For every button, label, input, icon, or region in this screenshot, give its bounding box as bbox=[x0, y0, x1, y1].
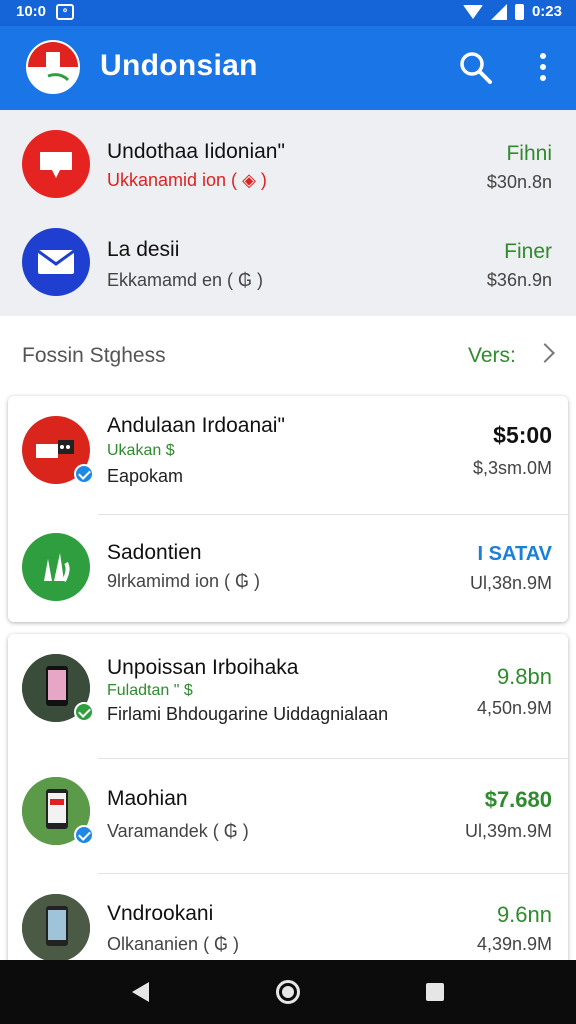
verified-badge-icon bbox=[74, 702, 94, 722]
verified-badge-icon bbox=[74, 464, 94, 484]
item-name: Undothaa Iidonian" bbox=[107, 140, 285, 163]
home-icon[interactable] bbox=[276, 980, 300, 1004]
more-options-button[interactable] bbox=[526, 48, 560, 88]
app-title: Undonsian bbox=[100, 49, 258, 82]
phone-photo bbox=[22, 654, 94, 722]
item-name: Maohian bbox=[107, 787, 188, 810]
item-subtitle: Olkananien ( ₲ ) bbox=[107, 934, 240, 954]
item-status: Fihni bbox=[506, 142, 552, 165]
item-tag: Fuladtan " $ bbox=[107, 682, 193, 699]
chat-bubble-icon bbox=[22, 130, 90, 198]
item-name: Vndrookani bbox=[107, 902, 214, 925]
battery-icon bbox=[514, 3, 524, 20]
back-icon[interactable] bbox=[132, 982, 149, 1002]
top-list: Undothaa Iidonian" Ukkanamid ion ( ◈ ) F… bbox=[0, 110, 576, 316]
more-vert-icon bbox=[540, 53, 546, 59]
system-nav-bar bbox=[0, 960, 576, 1024]
status-time-left: 10:0 bbox=[16, 3, 47, 20]
item-amount: 4,39n.9M bbox=[476, 934, 552, 954]
status-time-right: 0:23 bbox=[531, 3, 562, 20]
mail-icon bbox=[22, 228, 90, 296]
item-price: $7.680 bbox=[484, 787, 552, 812]
item-amount: 4,50n.9M bbox=[476, 698, 552, 718]
verified-badge-icon bbox=[74, 825, 94, 845]
item-price: $5:00 bbox=[493, 422, 552, 448]
item-name: Sadontien bbox=[107, 541, 202, 564]
item-amount: $30n.8n bbox=[486, 172, 552, 192]
item-amount: $,3sm.0M bbox=[472, 458, 552, 478]
item-price: 9.6nn bbox=[496, 902, 552, 927]
list-item[interactable]: Unpoissan Irboihaka Fuladtan " $ Firlami… bbox=[8, 634, 568, 758]
tag-icon bbox=[22, 416, 94, 484]
item-amount: Ul,39m.9M bbox=[464, 821, 552, 841]
item-subtitle: Eapokam bbox=[107, 466, 184, 486]
item-subtitle: Ekkamamd en ( ₲ ) bbox=[107, 270, 264, 290]
chevron-right-icon[interactable] bbox=[535, 343, 555, 363]
item-name: Andulaan Irdoanai" bbox=[107, 414, 285, 437]
section-title: Fossin Stghess bbox=[22, 344, 166, 367]
item-name: Unpoissan Irboihaka bbox=[107, 656, 299, 679]
card-featured: Andulaan Irdoanai" Ukakan $ Eapokam $5:0… bbox=[8, 396, 568, 622]
search-button[interactable] bbox=[456, 48, 496, 88]
section-header: Fossin Stghess Vers: bbox=[0, 316, 576, 394]
item-price: 9.8bn bbox=[496, 664, 552, 689]
item-subtitle: 9lrkamimd ion ( ₲ ) bbox=[107, 571, 261, 591]
list-item[interactable]: Sadontien 9lrkamimd ion ( ₲ ) I SATAV Ul… bbox=[8, 515, 568, 622]
item-subtitle: Firlami Bhdougarine Uiddagnialaan bbox=[107, 704, 389, 724]
item-status: Finer bbox=[504, 240, 552, 263]
list-item[interactable]: Maohian Varamandek ( ₲ ) $7.680 Ul,39m.9… bbox=[8, 759, 568, 873]
wifi-icon bbox=[462, 4, 483, 19]
signal-icon bbox=[490, 3, 507, 20]
list-item[interactable]: La desii Ekkamamd en ( ₲ ) Finer $36n.9n bbox=[0, 214, 576, 316]
item-amount: $36n.9n bbox=[486, 270, 552, 290]
item-subtitle: Varamandek ( ₲ ) bbox=[107, 821, 249, 841]
item-tag: Ukakan $ bbox=[107, 442, 175, 459]
item-status: I SATAV bbox=[477, 543, 552, 565]
list-item[interactable]: Vndrookani Olkananien ( ₲ ) 9.6nn 4,39n.… bbox=[8, 874, 568, 974]
recent-apps-icon[interactable] bbox=[426, 983, 444, 1001]
list-item[interactable]: Undothaa Iidonian" Ukkanamid ion ( ◈ ) F… bbox=[0, 110, 576, 214]
notification-icon: ⚬ bbox=[56, 3, 75, 20]
phone-photo bbox=[22, 777, 94, 845]
view-all-link[interactable]: Vers: bbox=[468, 344, 516, 368]
flag-logo bbox=[26, 40, 80, 94]
search-icon bbox=[460, 52, 492, 84]
item-name: La desii bbox=[107, 238, 180, 261]
list-item[interactable]: Andulaan Irdoanai" Ukakan $ Eapokam $5:0… bbox=[8, 396, 568, 514]
app-bar: Undonsian bbox=[0, 26, 576, 110]
phone-photo bbox=[22, 894, 90, 962]
item-subtitle: Ukkanamid ion ( ◈ ) bbox=[107, 170, 267, 190]
item-amount: Ul,38n.9M bbox=[469, 573, 552, 593]
card-list: Unpoissan Irboihaka Fuladtan " $ Firlami… bbox=[8, 634, 568, 974]
status-bar: 10:0 ⚬ 0:23 bbox=[0, 0, 576, 26]
leaf-icon bbox=[22, 533, 90, 601]
